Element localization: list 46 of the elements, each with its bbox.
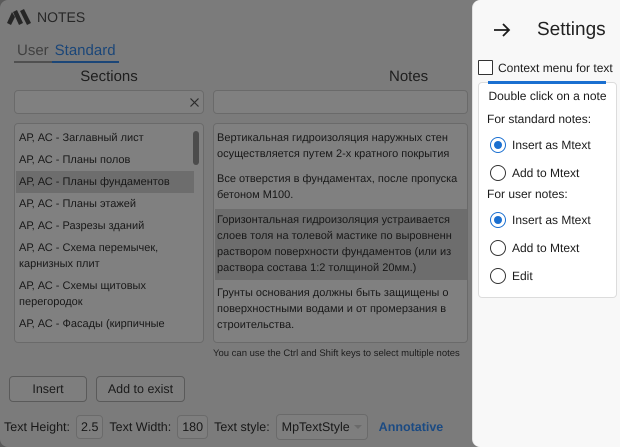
section-item[interactable]: АР, АС - Планы полов xyxy=(16,149,194,171)
note-item[interactable]: Вертикальная гидроизоляция наружных стен осуществляется путем 2-х кратного покрытия xyxy=(215,127,467,166)
hint-text: You can use the Ctrl and Shift keys to select multiple notes xyxy=(213,348,461,359)
section-item[interactable]: АР, АС - Планы этажей xyxy=(16,193,194,215)
column-heading: Sections xyxy=(79,68,139,87)
radio-button[interactable] xyxy=(490,212,506,228)
section-item[interactable]: АР, АС - Заглавный лист xyxy=(16,127,194,149)
logo-icon xyxy=(7,9,31,25)
checkbox-label[interactable]: Context menu for text xyxy=(498,60,613,74)
arrow-right-icon[interactable] xyxy=(493,23,511,37)
radio-label[interactable]: Edit xyxy=(512,269,533,283)
add-to-exist-button[interactable]: Add to exist xyxy=(96,376,185,402)
note-item[interactable]: Все отверстия в фундаментах, после пропуска бетоном М100. xyxy=(215,168,467,207)
clear-icon[interactable] xyxy=(190,98,199,106)
number-field[interactable]: 180 xyxy=(177,415,208,439)
checkbox[interactable] xyxy=(478,60,493,75)
section-item[interactable]: АР, АС - Разрезы зданий xyxy=(16,215,194,237)
radio-label[interactable]: Insert as Mtext xyxy=(512,213,591,227)
section-item[interactable]: АР, АС - Схемы щитовых перегородок xyxy=(16,275,194,313)
radio-button[interactable] xyxy=(490,165,506,181)
number-field[interactable]: 2.5 xyxy=(76,415,104,439)
group-label: For user notes: xyxy=(487,187,569,201)
field-label: Text style: xyxy=(214,420,270,434)
panel-title: Settings xyxy=(537,19,606,41)
radio-button[interactable] xyxy=(490,240,506,256)
scrollbar-thumb[interactable] xyxy=(193,131,199,165)
field-label: Text Width: xyxy=(109,420,172,434)
radio-label[interactable]: Add to Mtext xyxy=(512,166,580,180)
field-label: Text Height: xyxy=(4,420,70,434)
note-item[interactable]: Грунты основания должны быть защищены о поверхностными водами и от промерзания в строительства. xyxy=(215,282,467,337)
note-item[interactable]: Горизонтальная гидроизоляция устраивается слоев толя на толевой мастике по выровненн раствором поверхности фундаментов (или из раствора состава 1:2 толщиной 20мм.) xyxy=(215,209,467,280)
card-title: Double click on a note xyxy=(487,89,608,103)
search-field[interactable] xyxy=(14,90,204,114)
tab[interactable]: User xyxy=(14,42,52,63)
style-dropdown[interactable]: MpTextStyle xyxy=(276,414,368,440)
insert-button[interactable]: Insert xyxy=(9,376,87,402)
radio-button[interactable] xyxy=(490,268,506,284)
column-heading: Notes xyxy=(389,68,428,85)
section-item[interactable]: АР, АС - Фасады (кирпичные xyxy=(16,313,194,335)
radio-label[interactable]: Insert as Mtext xyxy=(512,138,591,152)
section-item[interactable]: АР, АС - Схема перемычек, карнизных плит xyxy=(16,237,194,275)
group-label: For standard notes: xyxy=(487,112,592,126)
window-title: NOTES xyxy=(37,9,86,25)
section-item[interactable]: АР, АС - Планы фундаментов xyxy=(16,171,194,193)
radio-button[interactable] xyxy=(490,137,506,153)
radio-label[interactable]: Add to Mtext xyxy=(512,241,580,255)
